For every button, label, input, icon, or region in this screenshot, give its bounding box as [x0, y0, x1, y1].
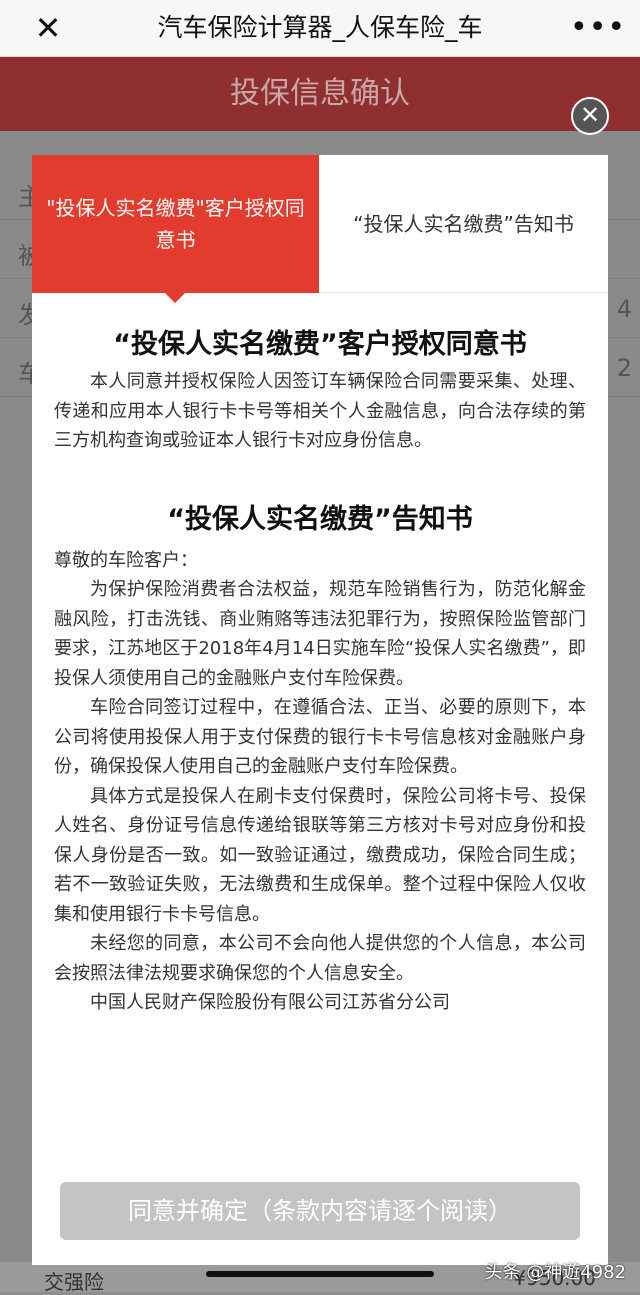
company-signature: 中国人民财产保险股份有限公司江苏省分公司: [90, 992, 450, 1013]
section-title-consent: “投保人实名缴费”客户授权同意书: [113, 329, 527, 360]
page-title: 汽车保险计算器_人保车险_车: [157, 13, 483, 42]
top-nav-bar: ✕ 汽车保险计算器_人保车险_车 •••: [0, 0, 640, 57]
watermark: 头条 @神遊4982: [484, 1262, 626, 1283]
tab-authorization-consent[interactable]: "投保人实名缴费"客户授权同意书: [32, 155, 319, 293]
modal-tabs: "投保人实名缴费"客户授权同意书 “投保人实名缴费”告知书: [32, 155, 608, 303]
home-indicator: [206, 1271, 434, 1277]
notice-paragraph: 为保护保险消费者合法权益，规范车险销售行为，防范化解金融风险，打击洗钱、商业贿赂…: [54, 579, 586, 689]
page-header: 投保信息确认: [0, 57, 640, 131]
active-tab-caret: [165, 293, 185, 303]
notice-paragraph: 未经您的同意，本公司不会向他人提供您的个人信息，本公司会按照法律法规要求确保您的…: [54, 933, 586, 984]
background-row-value: 4: [616, 295, 632, 323]
consent-modal: "投保人实名缴费"客户授权同意书 “投保人实名缴费”告知书 “投保人实名缴费”客…: [32, 155, 608, 1265]
tab-notice[interactable]: “投保人实名缴费”告知书: [319, 155, 608, 293]
close-icon[interactable]: ✕: [28, 8, 68, 48]
notice-paragraph: 车险合同签订过程中，在遵循合法、正当、必要的原则下，本公司将使用投保人用于支付保…: [54, 697, 586, 777]
background-row-value: 2: [616, 354, 632, 382]
more-icon[interactable]: •••: [570, 10, 625, 46]
agree-confirm-button[interactable]: 同意并确定（条款内容请逐个阅读）: [60, 1182, 580, 1240]
notice-salutation: 尊敬的车险客户：: [54, 549, 198, 571]
section-title-notice: “投保人实名缴费”告知书: [167, 503, 473, 535]
modal-content[interactable]: “投保人实名缴费”客户授权同意书 本人同意并授权保险人因签订车辆保险合同需要采集…: [54, 323, 586, 1018]
compulsory-insurance-label: 交强险: [44, 1270, 104, 1294]
close-modal-icon[interactable]: ✕: [571, 97, 609, 135]
header-title: 投保信息确认: [230, 76, 410, 111]
consent-paragraph: 本人同意并授权保险人因签订车辆保险合同需要采集、处理、传递和应用本人银行卡卡号等…: [54, 371, 586, 451]
notice-paragraph: 具体方式是投保人在刷卡支付保费时，保险公司将卡号、投保人姓名、身份证号信息传递给…: [54, 785, 586, 925]
